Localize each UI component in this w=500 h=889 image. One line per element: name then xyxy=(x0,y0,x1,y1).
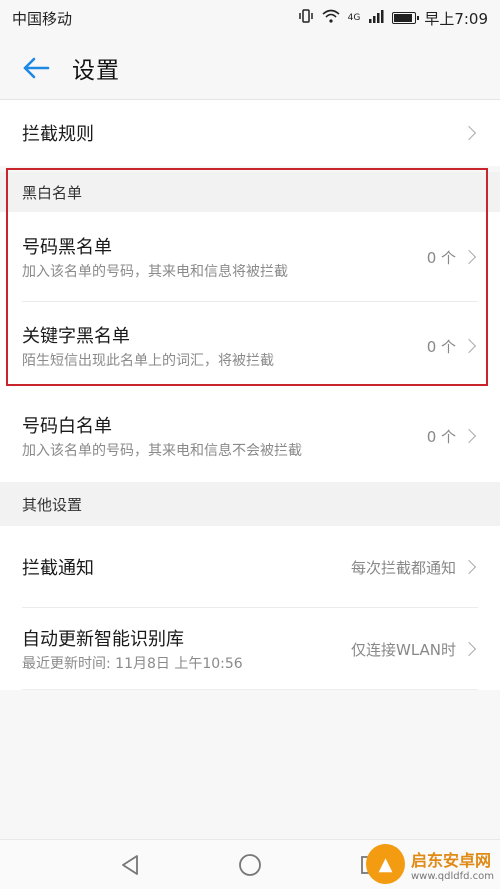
row-texts: 拦截规则 xyxy=(22,120,464,146)
app-bar: 设置 xyxy=(0,36,500,100)
row-value: 每次拦截都通知 xyxy=(350,558,456,577)
nav-back-button[interactable] xyxy=(115,850,145,880)
watermark-texts: 启东安卓网 www.qdldfd.com xyxy=(411,847,494,882)
circle-home-icon xyxy=(239,853,261,876)
status-icons: 4G 早上7:09 xyxy=(298,8,488,29)
row-number-blacklist[interactable]: 号码黑名单 加入该名单的号码，其来电和信息将被拦截 0 个 xyxy=(0,212,500,302)
chevron-right-icon xyxy=(461,338,477,354)
nav-home-button[interactable] xyxy=(235,850,265,880)
watermark: ▲ 启东安卓网 www.qdldfd.com xyxy=(366,843,494,885)
row-value: 0 个 xyxy=(426,248,456,267)
arrow-left-icon xyxy=(23,57,50,78)
carrier-label: 中国移动 xyxy=(12,9,73,28)
signal-icon xyxy=(368,9,384,27)
row-title: 关键字黑名单 xyxy=(22,325,130,347)
row-value: 0 个 xyxy=(426,427,456,446)
chevron-right-icon xyxy=(461,641,477,657)
row-texts: 号码白名单 加入该名单的号码，其来电和信息不会被拦截 xyxy=(22,412,427,461)
row-texts: 自动更新智能识别库 最近更新时间: 11月8日 上午10:56 xyxy=(22,625,351,674)
row-keyword-blacklist[interactable]: 关键字黑名单 陌生短信出现此名单上的词汇，将被拦截 0 个 xyxy=(0,302,500,390)
row-intercept-rules[interactable]: 拦截规则 xyxy=(0,100,500,166)
section-header-other: 其他设置 xyxy=(0,482,500,526)
row-texts: 拦截通知 xyxy=(22,554,351,580)
chevron-right-icon xyxy=(461,559,477,575)
status-bar: 中国移动 4G 早上7:09 xyxy=(0,0,500,36)
row-title: 拦截规则 xyxy=(22,124,94,145)
row-title: 拦截通知 xyxy=(22,558,94,579)
row-auto-update[interactable]: 自动更新智能识别库 最近更新时间: 11月8日 上午10:56 仅连接WLAN时 xyxy=(0,608,500,690)
row-title: 号码白名单 xyxy=(22,415,112,437)
row-title: 号码黑名单 xyxy=(22,236,112,258)
back-button[interactable] xyxy=(0,36,72,100)
section-header-black-white: 黑白名单 xyxy=(0,172,500,212)
row-value: 仅连接WLAN时 xyxy=(350,640,456,659)
chevron-right-icon xyxy=(461,428,477,444)
vibrate-icon xyxy=(298,9,314,27)
row-value: 0 个 xyxy=(426,337,456,356)
row-subtitle: 陌生短信出现此名单上的词汇，将被拦截 xyxy=(22,352,274,369)
chevron-right-icon xyxy=(461,249,477,265)
row-subtitle: 加入该名单的号码，其来电和信息将被拦截 xyxy=(22,263,288,280)
divider xyxy=(22,689,478,690)
row-texts: 号码黑名单 加入该名单的号码，其来电和信息将被拦截 xyxy=(22,233,427,282)
row-intercept-notify[interactable]: 拦截通知 每次拦截都通知 xyxy=(0,526,500,608)
watermark-name: 启东安卓网 xyxy=(410,850,491,870)
triangle-back-icon xyxy=(122,854,138,875)
watermark-url: www.qdldfd.com xyxy=(410,870,494,882)
row-subtitle: 最近更新时间: 11月8日 上午10:56 xyxy=(22,655,243,672)
battery-icon xyxy=(392,12,420,24)
row-title: 自动更新智能识别库 xyxy=(22,628,184,650)
settings-list: 拦截规则 黑白名单 号码黑名单 加入该名单的号码，其来电和信息将被拦截 0 个 … xyxy=(0,100,500,690)
watermark-logo-icon: ▲ xyxy=(366,844,405,884)
wifi-icon xyxy=(322,9,340,27)
row-subtitle: 加入该名单的号码，其来电和信息不会被拦截 xyxy=(22,442,302,459)
row-number-whitelist[interactable]: 号码白名单 加入该名单的号码，其来电和信息不会被拦截 0 个 xyxy=(0,390,500,482)
row-texts: 关键字黑名单 陌生短信出现此名单上的词汇，将被拦截 xyxy=(22,322,427,371)
chevron-right-icon xyxy=(461,125,477,141)
signal-label: 4G xyxy=(347,13,361,23)
status-time: 早上7:09 xyxy=(424,9,488,28)
page-title: 设置 xyxy=(72,57,120,84)
